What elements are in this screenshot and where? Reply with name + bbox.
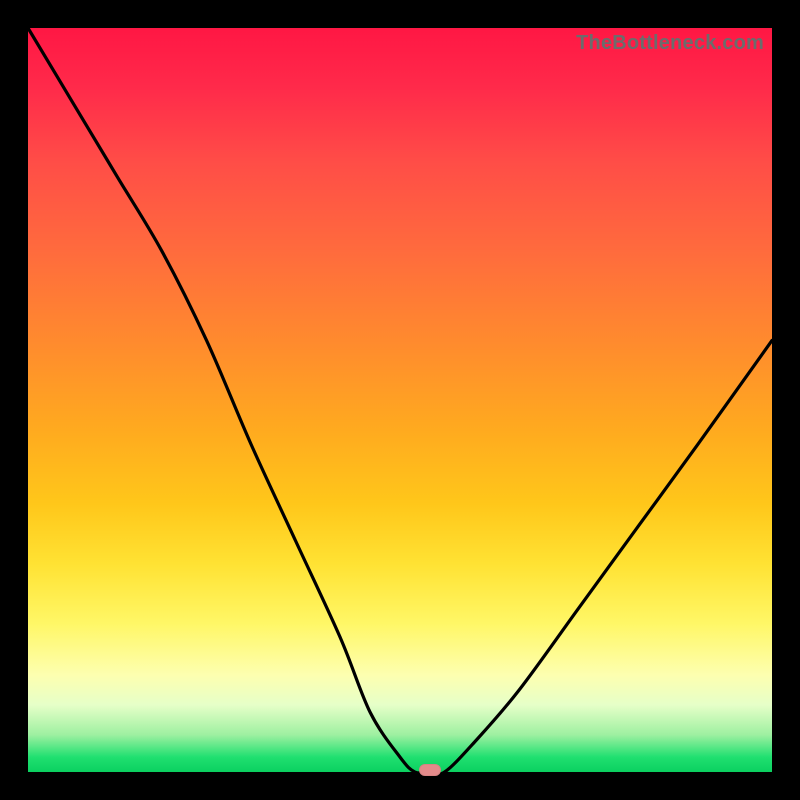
plot-area: TheBottleneck.com (28, 28, 772, 772)
chart-frame: TheBottleneck.com (0, 0, 800, 800)
min-marker (419, 764, 441, 776)
bottleneck-curve (28, 28, 772, 772)
